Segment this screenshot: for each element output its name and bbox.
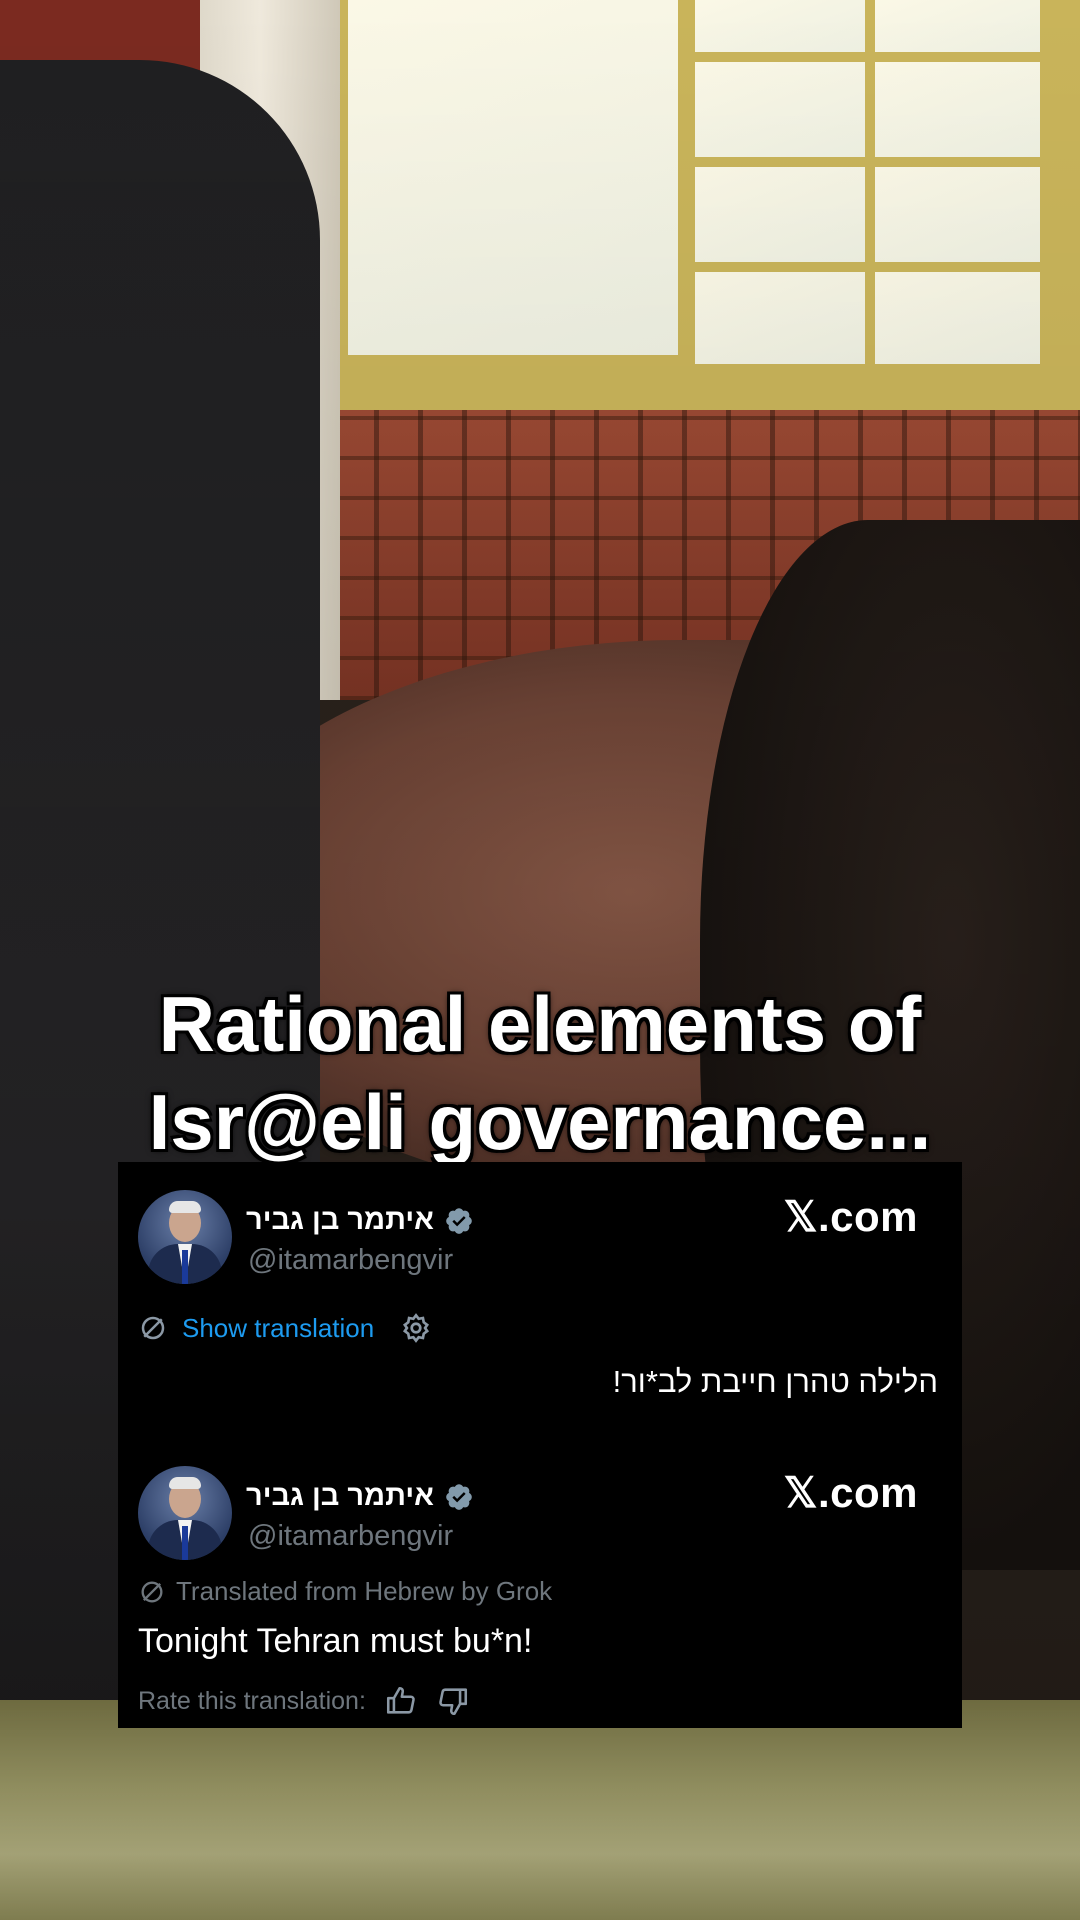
verified-badge-icon — [446, 1207, 472, 1234]
author-row: איתמר בן גביר — [246, 1480, 474, 1513]
caption-line-1: Rational elements of — [158, 980, 922, 1068]
caption-line-2: Isr@eli governance... — [148, 1078, 932, 1166]
x-com-logo: 𝕏.com — [783, 1193, 918, 1240]
display-name[interactable]: איתמר בן גביר — [246, 1480, 434, 1513]
translate-icon — [141, 1316, 165, 1340]
translate-icon — [141, 1581, 163, 1602]
translation-row: Show translation — [138, 1312, 432, 1344]
translation-info-row: Translated from Hebrew by Grok — [138, 1576, 552, 1607]
handle[interactable]: @itamarbengvir — [248, 1244, 453, 1277]
verified-badge-icon — [446, 1483, 472, 1510]
show-translation-link[interactable]: Show translation — [182, 1313, 374, 1344]
rate-translation-row: Rate this translation: — [138, 1684, 470, 1718]
tweet-text-english: Tonight Tehran must bu*n! — [138, 1622, 533, 1660]
display-name[interactable]: איתמר בן גביר — [246, 1204, 434, 1237]
thumbs-down-icon[interactable] — [436, 1684, 470, 1718]
handle[interactable]: @itamarbengvir — [248, 1520, 453, 1553]
tweet-card-original: איתמר בן גביר @itamarbengvir 𝕏.com Show … — [118, 1162, 962, 1440]
avatar[interactable] — [138, 1190, 232, 1284]
tweet-text-hebrew: הלילה טהרן חייבת לב*ור! — [612, 1364, 938, 1399]
thumbs-up-icon[interactable] — [384, 1684, 418, 1718]
rate-translation-label: Rate this translation: — [138, 1686, 366, 1715]
x-com-logo: 𝕏.com — [783, 1469, 918, 1516]
gear-icon[interactable] — [400, 1312, 432, 1344]
author-row: איתמר בן גביר — [246, 1204, 474, 1237]
tweet-card-translated: איתמר בן גביר @itamarbengvir 𝕏.com Trans… — [118, 1438, 962, 1728]
video-caption: Rational elements of Isr@eli governance.… — [0, 975, 1080, 1171]
avatar[interactable] — [138, 1466, 232, 1560]
translated-by-label: Translated from Hebrew by Grok — [176, 1576, 553, 1606]
